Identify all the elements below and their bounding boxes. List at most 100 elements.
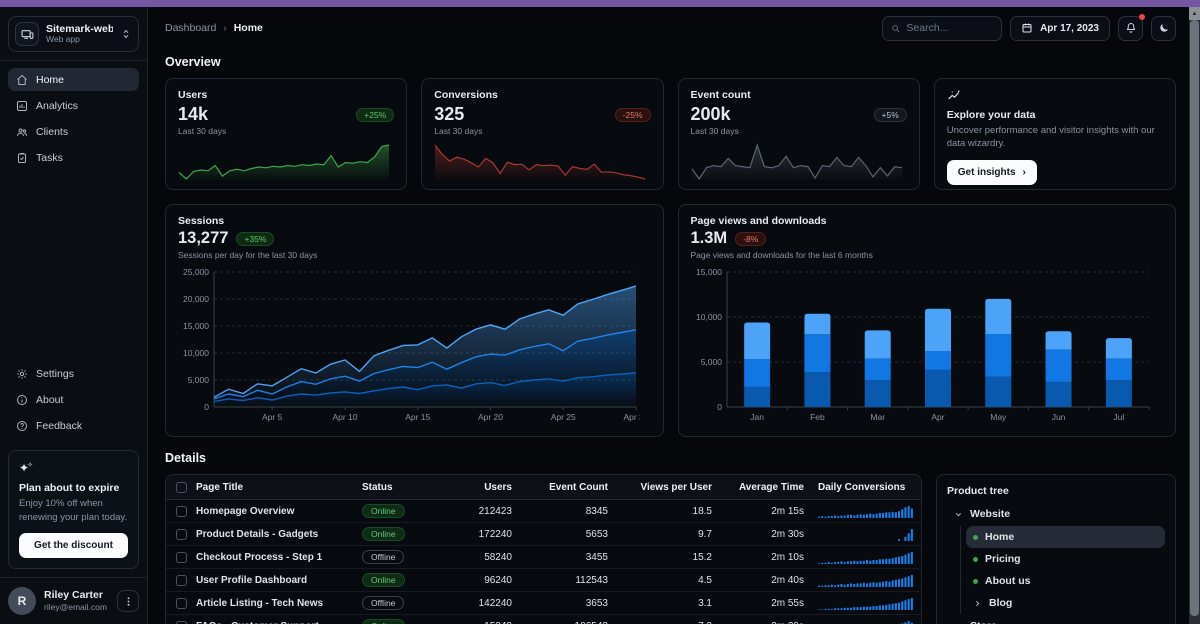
date-picker-button[interactable]: Apr 17, 2023 — [1010, 15, 1110, 41]
breadcrumb-root[interactable]: Dashboard — [165, 22, 216, 34]
stat-card-sparkline — [434, 141, 650, 186]
cell-event-count: 5653 — [585, 528, 608, 540]
sessions-subtitle: Sessions per day for the last 30 days — [178, 250, 318, 260]
tree-item-blog[interactable]: Blog — [966, 592, 1165, 614]
row-checkbox[interactable] — [176, 505, 187, 517]
sidebar-item-feedback[interactable]: Feedback — [8, 414, 139, 437]
svg-text:Apr 5: Apr 5 — [262, 412, 283, 422]
sidebar-item-label: Analytics — [36, 99, 79, 112]
cell-page-title: Checkout Process - Step 1 — [196, 551, 323, 563]
get-discount-button[interactable]: Get the discount — [19, 533, 128, 558]
sidebar-item-tasks[interactable]: Tasks — [8, 146, 139, 169]
stat-card-sparkline — [178, 141, 394, 186]
app-layout: Sitemark-web Web app Home Analytics Client… — [0, 0, 1200, 624]
pageviews-card: Page views and downloads 1.3M -8% Page v… — [677, 204, 1176, 437]
sidebar-item-clients[interactable]: Clients — [8, 120, 139, 143]
search-box[interactable] — [882, 15, 1003, 41]
stat-card-title: Users — [178, 89, 208, 101]
overview-title: Overview — [165, 55, 221, 69]
svg-text:Jun: Jun — [1051, 412, 1065, 422]
tree-item-label: Home — [985, 531, 1015, 543]
plan-title: Plan about to expire — [19, 482, 120, 495]
sessions-value: 13,277 — [178, 229, 229, 247]
svg-text:Apr 20: Apr 20 — [478, 412, 503, 422]
pageviews-bar-chart: 0 5,000 10,000 15,000 Jan Feb Mar Apr May Jun Jul — [691, 264, 1164, 429]
svg-text:Apr 15: Apr 15 — [405, 412, 430, 422]
product-tree: Website Home Pricing About us Blog Store — [947, 503, 1165, 624]
tree-item-store[interactable]: Store — [947, 615, 1165, 624]
avatar: R — [8, 587, 36, 615]
search-input[interactable] — [906, 22, 994, 34]
user-menu-button[interactable] — [117, 590, 139, 612]
cell-page-title: Product Details - Gadgets — [196, 528, 319, 540]
sidebar-item-about[interactable]: About — [8, 388, 139, 411]
table-row: FAQs - Customer SupportOnline 15240106543… — [166, 615, 921, 624]
scroll-up-arrow[interactable]: ▲ — [1189, 7, 1200, 20]
scrollbar[interactable]: ▲ — [1189, 7, 1200, 624]
sidebar-item-label: About — [36, 393, 64, 406]
svg-text:Mar: Mar — [870, 412, 885, 422]
svg-text:Apr: Apr — [931, 412, 944, 422]
row-checkbox[interactable] — [176, 528, 187, 540]
row-checkbox[interactable] — [176, 620, 187, 624]
sidebar-item-label: Feedback — [36, 419, 83, 432]
clients-icon — [16, 126, 28, 138]
unfold-icon — [120, 28, 132, 40]
cell-views-per-user: 7.2 — [622, 621, 726, 624]
scrollbar-thumb[interactable] — [1190, 20, 1199, 616]
get-insights-label: Get insights — [957, 166, 1016, 178]
stat-card-caption: Last 30 days — [434, 126, 483, 136]
cell-daily-conversions-sparkline — [818, 504, 921, 519]
cell-page-title: FAQs - Customer Support — [196, 621, 362, 624]
promo-title: Explore your data — [946, 109, 1036, 121]
cell-average-time: 2m 20s — [726, 621, 818, 624]
workspace-select[interactable]: Sitemark-web Web app — [8, 16, 139, 52]
status-badge: Online — [362, 573, 405, 587]
cell-users: 58240 — [484, 551, 512, 563]
tree-item-website[interactable]: Website — [947, 503, 1165, 525]
svg-text:Apr 25: Apr 25 — [551, 412, 576, 422]
cell-status: Online — [362, 527, 434, 541]
notifications-button[interactable] — [1118, 13, 1145, 41]
bell-icon — [1126, 22, 1135, 33]
tree-item-about-us[interactable]: About us — [966, 570, 1165, 592]
cell-average-time: 2m 15s — [771, 505, 804, 517]
cell-status: Online — [362, 573, 434, 587]
stat-card-value: 14k — [178, 104, 209, 124]
tree-item-label: Blog — [989, 597, 1013, 609]
column-header-page-title: Page Title — [196, 481, 244, 493]
table-row: Article Listing - Tech News Offline 142240… — [166, 592, 921, 615]
stat-card-caption: Last 30 days — [690, 126, 739, 136]
tree-item-pricing[interactable]: Pricing — [966, 548, 1165, 570]
plan-description: Enjoy 10% off when renewing your plan to… — [19, 498, 128, 523]
tree-item-home[interactable]: Home — [966, 526, 1165, 548]
row-checkbox[interactable] — [176, 574, 187, 586]
status-badge: Online — [362, 504, 405, 518]
row-checkbox[interactable] — [176, 551, 187, 563]
details-row: Page Title Status Users Event Count Views pe… — [165, 474, 1176, 624]
select-all-checkbox[interactable] — [176, 481, 187, 493]
sidebar-item-label: Tasks — [36, 151, 63, 164]
chevron-right-icon: › — [223, 22, 227, 34]
details-title: Details — [165, 451, 206, 465]
status-dot-icon — [973, 578, 978, 584]
cell-event-count: 3653 — [585, 597, 608, 609]
sidebar-item-settings[interactable]: Settings — [8, 362, 139, 385]
stat-card-sparkline — [691, 141, 907, 186]
sidebar-item-home[interactable]: Home — [8, 68, 139, 91]
cell-views-per-user: 9.7 — [698, 528, 712, 540]
cell-status: Online — [362, 504, 434, 518]
header: Dashboard › Home Apr 17, 2023 — [165, 13, 1176, 41]
svg-text:0: 0 — [717, 402, 722, 412]
plan-card: ✦✧ Plan about to expire Enjoy 10% off wh… — [8, 450, 139, 569]
get-insights-button[interactable]: Get insights › — [946, 159, 1037, 185]
svg-text:Apr 30: Apr 30 — [623, 412, 640, 422]
theme-toggle-button[interactable] — [1151, 15, 1176, 41]
sidebar-item-analytics[interactable]: Analytics — [8, 94, 139, 117]
table-row: Checkout Process - Step 1 Offline 58240 345… — [166, 546, 921, 569]
svg-text:May: May — [990, 412, 1007, 422]
row-checkbox[interactable] — [176, 597, 187, 609]
table-row: Product Details - Gadgets Online 172240 565… — [166, 523, 921, 546]
svg-text:5,000: 5,000 — [700, 357, 722, 367]
cell-users: 15240 — [434, 621, 526, 624]
